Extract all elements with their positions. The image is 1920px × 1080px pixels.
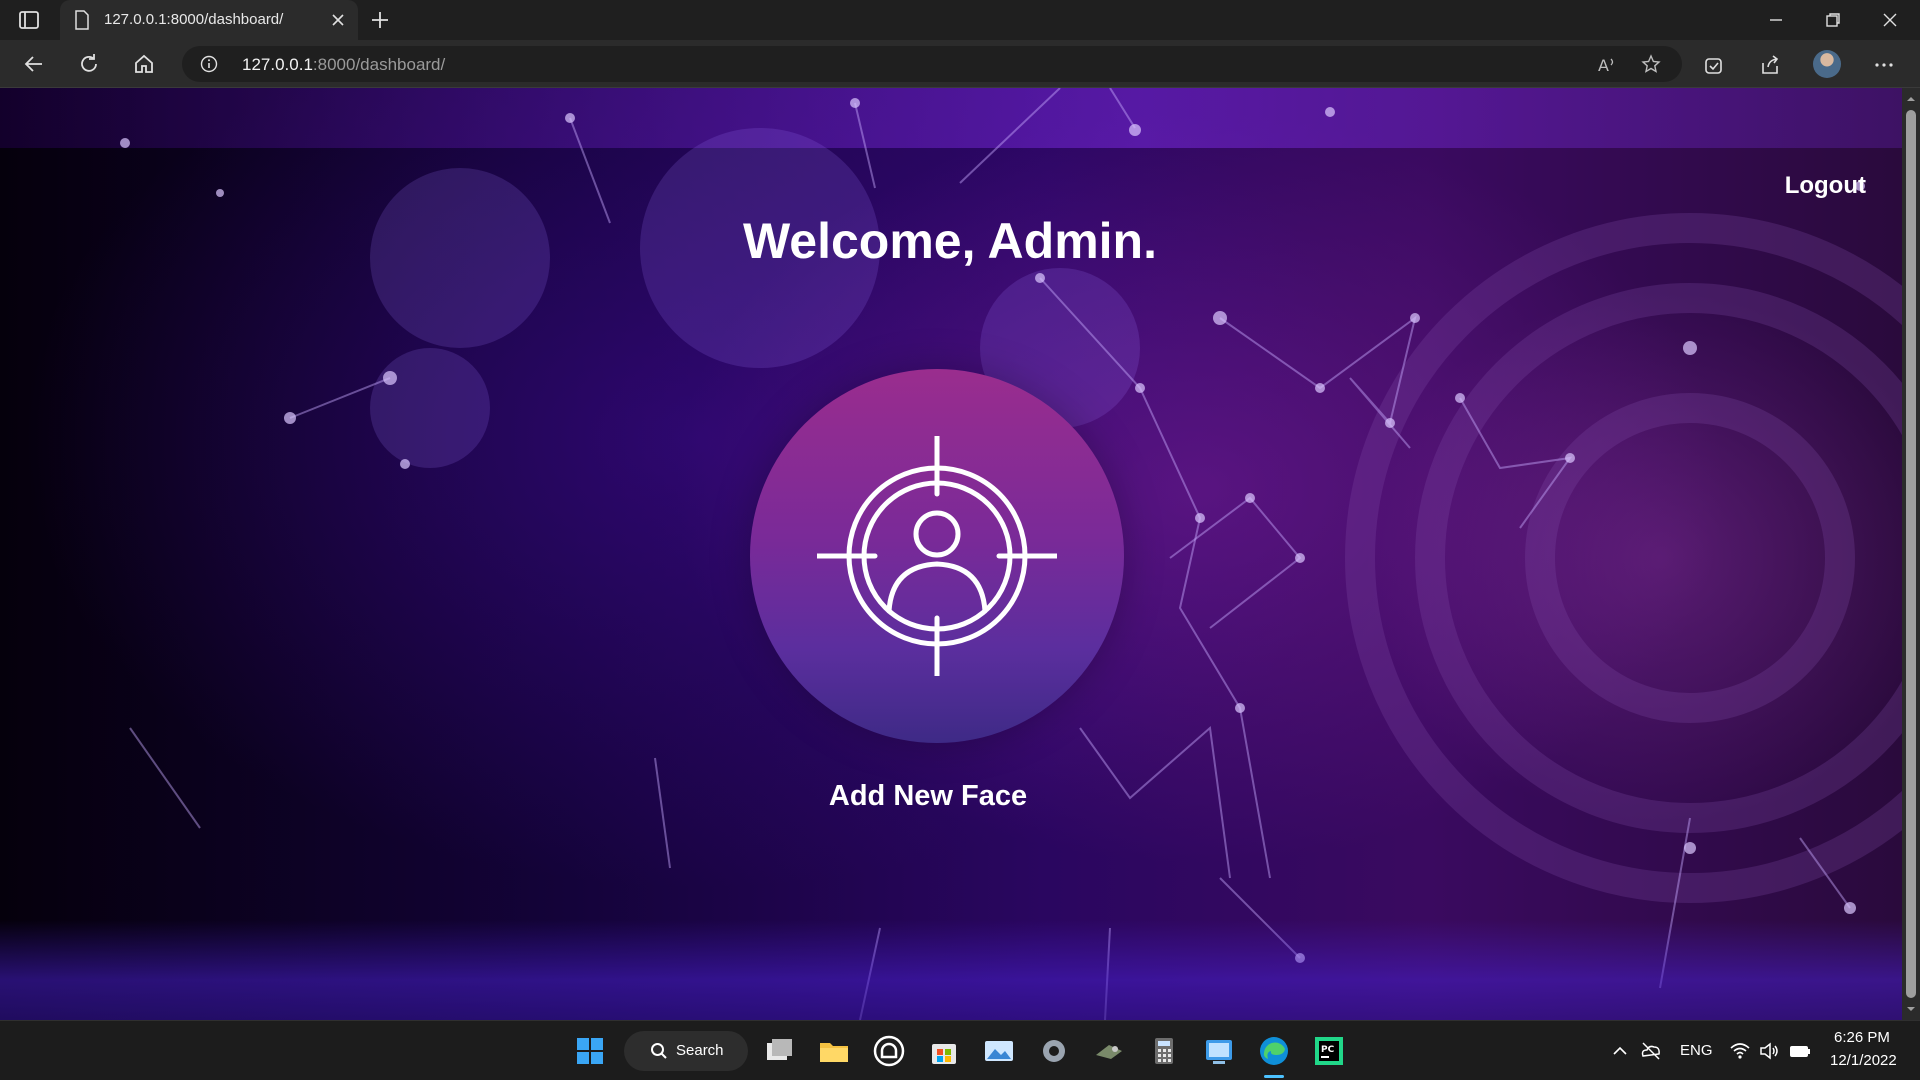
- page-scrollbar[interactable]: [1902, 88, 1920, 1020]
- more-menu-icon[interactable]: [1873, 54, 1895, 76]
- language-indicator[interactable]: ENG: [1680, 1042, 1713, 1059]
- wifi-icon[interactable]: [1729, 1040, 1751, 1062]
- profile-avatar[interactable]: [1813, 50, 1841, 78]
- minimize-icon[interactable]: [1764, 8, 1788, 32]
- app-icon[interactable]: [1093, 1035, 1125, 1067]
- page-icon: [75, 10, 89, 30]
- volume-icon[interactable]: [1758, 1040, 1780, 1062]
- calculator-icon[interactable]: [1148, 1035, 1180, 1067]
- url-host: 127.0.0.1: [242, 55, 313, 74]
- refresh-icon[interactable]: [77, 52, 101, 76]
- close-tab-icon[interactable]: [330, 12, 346, 28]
- onedrive-offline-icon[interactable]: [1640, 1040, 1662, 1062]
- photos-icon[interactable]: [983, 1035, 1015, 1067]
- pycharm-icon[interactable]: PC: [1313, 1035, 1345, 1067]
- share-icon[interactable]: [1759, 54, 1781, 76]
- back-icon[interactable]: [22, 52, 46, 76]
- scroll-thumb[interactable]: [1906, 110, 1916, 998]
- browser-toolbar: 127.0.0.1:8000/dashboard/ A: [0, 40, 1920, 88]
- scroll-down-icon[interactable]: [1906, 1004, 1916, 1014]
- tab-title: 127.0.0.1:8000/dashboard/: [104, 11, 284, 28]
- clock-time[interactable]: 6:26 PM: [1834, 1029, 1890, 1046]
- url-path: :8000/dashboard/: [312, 55, 446, 74]
- face-target-icon: [817, 436, 1057, 676]
- collections-icon[interactable]: [1703, 54, 1725, 76]
- logout-link[interactable]: Logout: [1785, 172, 1866, 200]
- edge-icon[interactable]: [1258, 1035, 1290, 1067]
- footer-band: [0, 920, 1902, 1020]
- svg-text:PC: PC: [1321, 1045, 1335, 1055]
- app-icon[interactable]: [1203, 1035, 1235, 1067]
- url-text: 127.0.0.1:8000/dashboard/: [242, 55, 445, 75]
- battery-icon[interactable]: [1788, 1040, 1812, 1062]
- windows-taskbar: Search PC ENG 6:26 PM 12/1/2022: [0, 1020, 1920, 1080]
- add-face-button[interactable]: [750, 369, 1124, 743]
- chevron-up-icon[interactable]: [1610, 1041, 1630, 1061]
- active-app-indicator: [1264, 1075, 1284, 1078]
- app-icon[interactable]: [873, 1035, 905, 1067]
- settings-icon[interactable]: [1038, 1035, 1070, 1067]
- task-view-icon[interactable]: [763, 1035, 795, 1067]
- restore-icon[interactable]: [1821, 8, 1845, 32]
- store-icon[interactable]: [928, 1035, 960, 1067]
- search-icon: [651, 1043, 667, 1059]
- home-icon[interactable]: [132, 52, 156, 76]
- svg-text:A: A: [1598, 56, 1609, 75]
- page-content: Logout Welcome, Admin. Add New Face: [0, 88, 1902, 1020]
- favorite-add-icon[interactable]: [1641, 54, 1663, 76]
- welcome-heading: Welcome, Admin.: [743, 213, 1157, 269]
- file-explorer-icon[interactable]: [818, 1035, 850, 1067]
- browser-tab[interactable]: 127.0.0.1:8000/dashboard/: [60, 0, 358, 40]
- site-info-icon[interactable]: [200, 55, 218, 73]
- new-tab-icon[interactable]: [368, 8, 392, 32]
- taskbar-search[interactable]: Search: [624, 1031, 748, 1071]
- clock-date[interactable]: 12/1/2022: [1830, 1052, 1897, 1069]
- address-bar[interactable]: 127.0.0.1:8000/dashboard/: [182, 46, 1682, 82]
- read-aloud-icon[interactable]: A: [1596, 54, 1618, 76]
- browser-tab-bar: 127.0.0.1:8000/dashboard/: [0, 0, 1920, 40]
- scroll-up-icon[interactable]: [1906, 94, 1916, 104]
- search-label: Search: [676, 1042, 724, 1059]
- close-window-icon[interactable]: [1878, 8, 1902, 32]
- add-face-label[interactable]: Add New Face: [0, 780, 1856, 813]
- tab-actions-icon[interactable]: [18, 10, 40, 30]
- start-icon[interactable]: [574, 1035, 606, 1067]
